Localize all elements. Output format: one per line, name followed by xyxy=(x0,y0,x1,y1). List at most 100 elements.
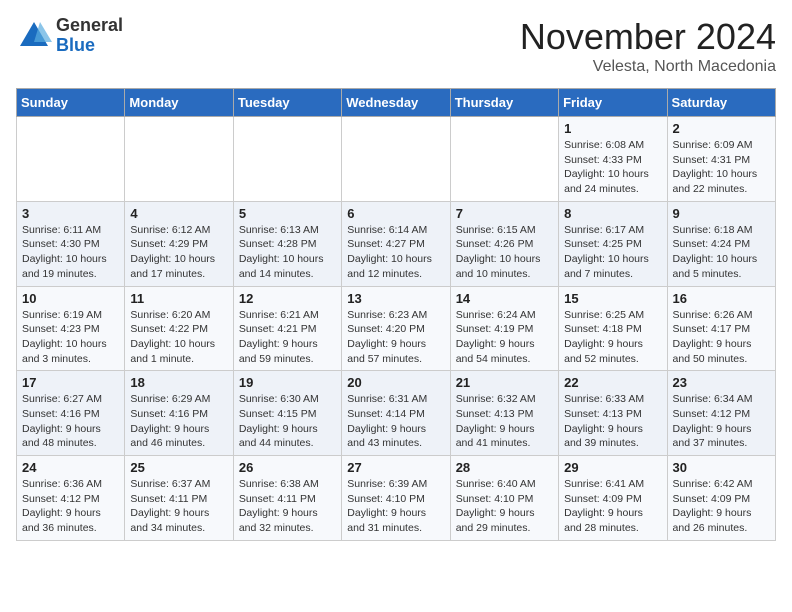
day-number: 16 xyxy=(673,291,770,306)
day-number: 5 xyxy=(239,206,336,221)
day-info: Sunrise: 6:40 AM Sunset: 4:10 PM Dayligh… xyxy=(456,477,553,536)
day-number: 13 xyxy=(347,291,444,306)
calendar-cell: 28 Sunrise: 6:40 AM Sunset: 4:10 PM Dayli… xyxy=(450,456,558,541)
day-info: Sunrise: 6:34 AM Sunset: 4:12 PM Dayligh… xyxy=(673,392,770,451)
calendar-cell: 27Sunrise: 6:39 AM Sunset: 4:10 PM Dayli… xyxy=(342,456,450,541)
day-info: Sunrise: 6:25 AM Sunset: 4:18 PM Dayligh… xyxy=(564,308,661,367)
location-title: Velesta, North Macedonia xyxy=(520,58,776,76)
day-number: 30 xyxy=(673,460,770,475)
month-title: November 2024 xyxy=(520,16,776,58)
day-number: 21 xyxy=(456,375,553,390)
day-number: 11 xyxy=(130,291,227,306)
week-row-3: 10 Sunrise: 6:19 AM Sunset: 4:23 PM Dayli… xyxy=(17,286,776,371)
logo-blue: Blue xyxy=(56,36,123,56)
calendar-cell: 11 Sunrise: 6:20 AM Sunset: 4:22 PM Dayli… xyxy=(125,286,233,371)
day-info: Sunrise: 6:08 AM Sunset: 4:33 PM Dayligh… xyxy=(564,138,661,197)
calendar-cell: 21 Sunrise: 6:32 AM Sunset: 4:13 PM Dayli… xyxy=(450,371,558,456)
calendar-cell: 15 Sunrise: 6:25 AM Sunset: 4:18 PM Dayli… xyxy=(559,286,667,371)
calendar-cell xyxy=(125,117,233,202)
calendar-cell: 16 Sunrise: 6:26 AM Sunset: 4:17 PM Dayli… xyxy=(667,286,775,371)
day-info: Sunrise: 6:39 AM Sunset: 4:10 PM Dayligh… xyxy=(347,477,444,536)
weekday-header-row: SundayMondayTuesdayWednesdayThursdayFrid… xyxy=(17,89,776,117)
day-info: Sunrise: 6:31 AM Sunset: 4:14 PM Dayligh… xyxy=(347,392,444,451)
day-info: Sunrise: 6:21 AM Sunset: 4:21 PM Dayligh… xyxy=(239,308,336,367)
calendar-cell: 14 Sunrise: 6:24 AM Sunset: 4:19 PM Dayli… xyxy=(450,286,558,371)
day-info: Sunrise: 6:26 AM Sunset: 4:17 PM Dayligh… xyxy=(673,308,770,367)
day-number: 20 xyxy=(347,375,444,390)
day-number: 25 xyxy=(130,460,227,475)
day-info: Sunrise: 6:38 AM Sunset: 4:11 PM Dayligh… xyxy=(239,477,336,536)
calendar-cell: 5Sunrise: 6:13 AM Sunset: 4:28 PM Daylig… xyxy=(233,201,341,286)
day-number: 17 xyxy=(22,375,119,390)
day-number: 1 xyxy=(564,121,661,136)
day-info: Sunrise: 6:41 AM Sunset: 4:09 PM Dayligh… xyxy=(564,477,661,536)
day-number: 24 xyxy=(22,460,119,475)
day-info: Sunrise: 6:37 AM Sunset: 4:11 PM Dayligh… xyxy=(130,477,227,536)
day-info: Sunrise: 6:24 AM Sunset: 4:19 PM Dayligh… xyxy=(456,308,553,367)
day-info: Sunrise: 6:30 AM Sunset: 4:15 PM Dayligh… xyxy=(239,392,336,451)
day-info: Sunrise: 6:09 AM Sunset: 4:31 PM Dayligh… xyxy=(673,138,770,197)
calendar-cell: 20 Sunrise: 6:31 AM Sunset: 4:14 PM Dayli… xyxy=(342,371,450,456)
calendar-cell: 25 Sunrise: 6:37 AM Sunset: 4:11 PM Dayli… xyxy=(125,456,233,541)
weekday-header-saturday: Saturday xyxy=(667,89,775,117)
day-number: 4 xyxy=(130,206,227,221)
weekday-header-tuesday: Tuesday xyxy=(233,89,341,117)
day-number: 29 xyxy=(564,460,661,475)
calendar-cell: 8Sunrise: 6:17 AM Sunset: 4:25 PM Daylig… xyxy=(559,201,667,286)
week-row-1: 1 Sunrise: 6:08 AM Sunset: 4:33 PM Daylig… xyxy=(17,117,776,202)
calendar-cell: 23Sunrise: 6:34 AM Sunset: 4:12 PM Dayli… xyxy=(667,371,775,456)
day-number: 28 xyxy=(456,460,553,475)
logo-text: General Blue xyxy=(56,16,123,56)
calendar-cell: 18 Sunrise: 6:29 AM Sunset: 4:16 PM Dayli… xyxy=(125,371,233,456)
day-info: Sunrise: 6:32 AM Sunset: 4:13 PM Dayligh… xyxy=(456,392,553,451)
day-info: Sunrise: 6:17 AM Sunset: 4:25 PM Dayligh… xyxy=(564,223,661,282)
day-info: Sunrise: 6:42 AM Sunset: 4:09 PM Dayligh… xyxy=(673,477,770,536)
weekday-header-wednesday: Wednesday xyxy=(342,89,450,117)
day-info: Sunrise: 6:29 AM Sunset: 4:16 PM Dayligh… xyxy=(130,392,227,451)
day-info: Sunrise: 6:20 AM Sunset: 4:22 PM Dayligh… xyxy=(130,308,227,367)
week-row-2: 3Sunrise: 6:11 AM Sunset: 4:30 PM Daylig… xyxy=(17,201,776,286)
calendar-cell: 24Sunrise: 6:36 AM Sunset: 4:12 PM Dayli… xyxy=(17,456,125,541)
day-info: Sunrise: 6:19 AM Sunset: 4:23 PM Dayligh… xyxy=(22,308,119,367)
day-number: 6 xyxy=(347,206,444,221)
calendar-cell: 29 Sunrise: 6:41 AM Sunset: 4:09 PM Dayli… xyxy=(559,456,667,541)
day-info: Sunrise: 6:11 AM Sunset: 4:30 PM Dayligh… xyxy=(22,223,119,282)
calendar-cell: 7Sunrise: 6:15 AM Sunset: 4:26 PM Daylig… xyxy=(450,201,558,286)
logo: General Blue xyxy=(16,16,123,56)
day-number: 15 xyxy=(564,291,661,306)
calendar-cell: 26 Sunrise: 6:38 AM Sunset: 4:11 PM Dayli… xyxy=(233,456,341,541)
header: General Blue November 2024 Velesta, Nort… xyxy=(16,16,776,76)
calendar-cell: 19 Sunrise: 6:30 AM Sunset: 4:15 PM Dayli… xyxy=(233,371,341,456)
calendar-cell: 12Sunrise: 6:21 AM Sunset: 4:21 PM Dayli… xyxy=(233,286,341,371)
calendar-cell: 30 Sunrise: 6:42 AM Sunset: 4:09 PM Dayli… xyxy=(667,456,775,541)
day-info: Sunrise: 6:18 AM Sunset: 4:24 PM Dayligh… xyxy=(673,223,770,282)
calendar-cell: 9 Sunrise: 6:18 AM Sunset: 4:24 PM Daylig… xyxy=(667,201,775,286)
calendar-cell xyxy=(450,117,558,202)
weekday-header-thursday: Thursday xyxy=(450,89,558,117)
day-number: 22 xyxy=(564,375,661,390)
logo-icon xyxy=(16,18,52,54)
day-number: 19 xyxy=(239,375,336,390)
calendar-cell: 17 Sunrise: 6:27 AM Sunset: 4:16 PM Dayli… xyxy=(17,371,125,456)
day-number: 18 xyxy=(130,375,227,390)
calendar-cell xyxy=(233,117,341,202)
day-info: Sunrise: 6:27 AM Sunset: 4:16 PM Dayligh… xyxy=(22,392,119,451)
day-number: 14 xyxy=(456,291,553,306)
weekday-header-sunday: Sunday xyxy=(17,89,125,117)
calendar-cell: 13Sunrise: 6:23 AM Sunset: 4:20 PM Dayli… xyxy=(342,286,450,371)
weekday-header-friday: Friday xyxy=(559,89,667,117)
day-info: Sunrise: 6:12 AM Sunset: 4:29 PM Dayligh… xyxy=(130,223,227,282)
calendar-cell: 6Sunrise: 6:14 AM Sunset: 4:27 PM Daylig… xyxy=(342,201,450,286)
calendar-cell: 2 Sunrise: 6:09 AM Sunset: 4:31 PM Daylig… xyxy=(667,117,775,202)
day-number: 26 xyxy=(239,460,336,475)
calendar-cell: 22Sunrise: 6:33 AM Sunset: 4:13 PM Dayli… xyxy=(559,371,667,456)
day-number: 2 xyxy=(673,121,770,136)
week-row-5: 24Sunrise: 6:36 AM Sunset: 4:12 PM Dayli… xyxy=(17,456,776,541)
logo-general: General xyxy=(56,16,123,36)
calendar-cell xyxy=(342,117,450,202)
calendar-cell: 1 Sunrise: 6:08 AM Sunset: 4:33 PM Daylig… xyxy=(559,117,667,202)
day-number: 9 xyxy=(673,206,770,221)
title-area: November 2024 Velesta, North Macedonia xyxy=(520,16,776,76)
week-row-4: 17 Sunrise: 6:27 AM Sunset: 4:16 PM Dayli… xyxy=(17,371,776,456)
day-number: 10 xyxy=(22,291,119,306)
